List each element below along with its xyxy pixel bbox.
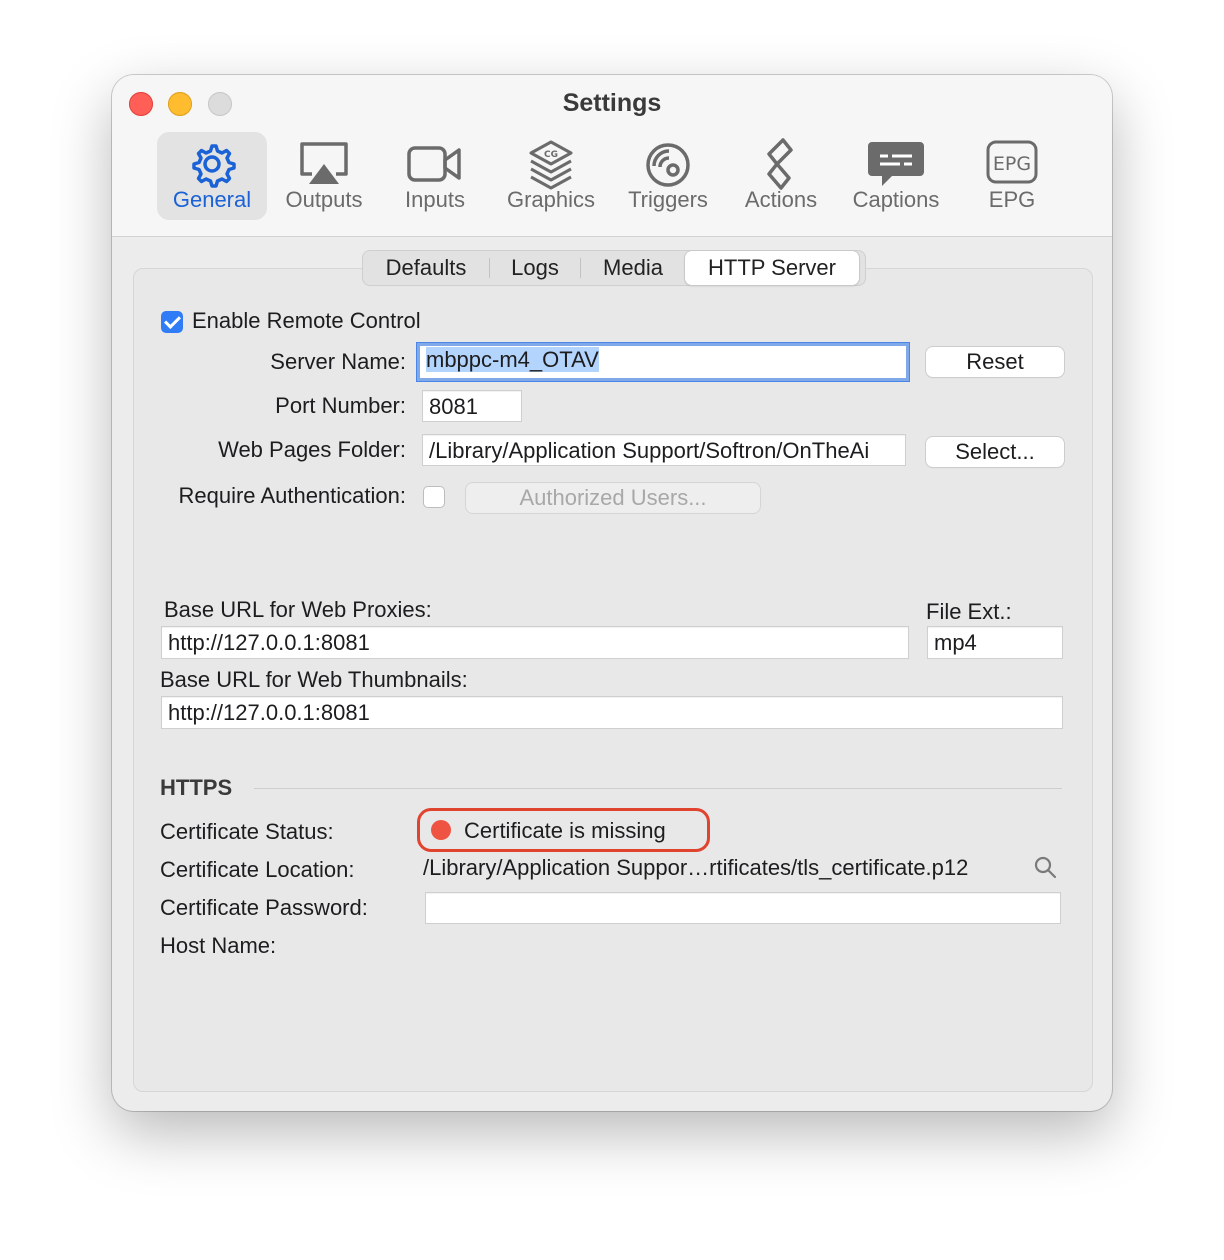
toolbar-label-epg: EPG	[988, 187, 1036, 212]
host-name-label: Host Name:	[160, 933, 277, 958]
svg-text:EPG: EPG	[993, 153, 1031, 175]
https-section-heading: HTTPS	[160, 775, 233, 800]
web-pages-folder-field[interactable]: /Library/Application Support/Softron/OnT…	[422, 434, 906, 466]
toolbar-item-graphics[interactable]: CG Graphics	[496, 132, 606, 220]
authorized-users-button[interactable]: Authorized Users...	[466, 483, 760, 513]
airplay-icon	[294, 138, 354, 190]
base-url-thumbnails-label: Base URL for Web Thumbnails:	[160, 667, 468, 692]
svg-text:CG: CG	[544, 150, 558, 160]
certificate-password-label: Certificate Password:	[160, 895, 368, 920]
base-url-proxies-field[interactable]: http://127.0.0.1:8081	[161, 626, 909, 659]
gear-icon	[182, 138, 242, 190]
enable-remote-control-checkbox[interactable]	[161, 311, 183, 333]
server-name-label: Server Name:	[270, 349, 406, 374]
require-authentication-label: Require Authentication:	[178, 483, 407, 508]
port-number-label: Port Number:	[275, 393, 406, 418]
cg-layers-icon: CG	[521, 138, 581, 190]
certificate-status-indicator: Certificate is missing	[417, 808, 710, 852]
require-authentication-checkbox[interactable]	[423, 486, 445, 508]
file-ext-field[interactable]: mp4	[927, 626, 1063, 659]
toolbar-item-captions[interactable]: Captions	[841, 132, 951, 220]
tab-media[interactable]: Media	[581, 251, 685, 285]
toolbar-item-inputs[interactable]: Inputs	[380, 132, 490, 220]
certificate-password-field[interactable]	[425, 892, 1061, 924]
reset-button[interactable]: Reset	[926, 347, 1064, 377]
base-url-thumbnails-field[interactable]: http://127.0.0.1:8081	[161, 696, 1063, 729]
certificate-location-label: Certificate Location:	[160, 857, 355, 882]
toolbar-item-epg[interactable]: EPG EPG	[957, 132, 1067, 220]
file-ext-label: File Ext.:	[926, 599, 1012, 624]
certificate-location-value: /Library/Application Suppor…rtificates/t…	[423, 855, 969, 880]
web-pages-folder-label: Web Pages Folder:	[218, 437, 406, 462]
tab-logs[interactable]: Logs	[490, 251, 580, 285]
trigger-icon	[638, 138, 698, 190]
https-divider	[254, 788, 1062, 789]
titlebar: Settings General Outputs Inputs CG Graph…	[112, 75, 1112, 237]
actions-icon	[751, 138, 811, 190]
tab-http-server[interactable]: HTTP Server	[685, 251, 859, 285]
enable-remote-control-label: Enable Remote Control	[192, 308, 421, 333]
settings-window: Settings General Outputs Inputs CG Graph…	[112, 75, 1112, 1111]
window-title: Settings	[562, 89, 662, 117]
tab-defaults[interactable]: Defaults	[363, 251, 489, 285]
certificate-status-label: Certificate Status:	[160, 819, 334, 844]
video-camera-icon	[405, 138, 465, 190]
magnifier-icon[interactable]	[1033, 855, 1059, 881]
status-dot-icon	[431, 820, 451, 840]
base-url-proxies-label: Base URL for Web Proxies:	[164, 597, 432, 622]
toolbar-item-actions[interactable]: Actions	[726, 132, 836, 220]
server-name-field[interactable]: mbppc-m4_OTAV	[417, 343, 909, 381]
tab-bar: Defaults Logs Media HTTP Server	[362, 250, 866, 286]
captions-icon	[866, 138, 926, 190]
select-folder-button[interactable]: Select...	[926, 437, 1064, 467]
epg-icon: EPG	[982, 138, 1042, 190]
server-name-value: mbppc-m4_OTAV	[426, 347, 599, 372]
port-number-field[interactable]: 8081	[422, 390, 522, 422]
certificate-status-value: Certificate is missing	[464, 818, 666, 843]
